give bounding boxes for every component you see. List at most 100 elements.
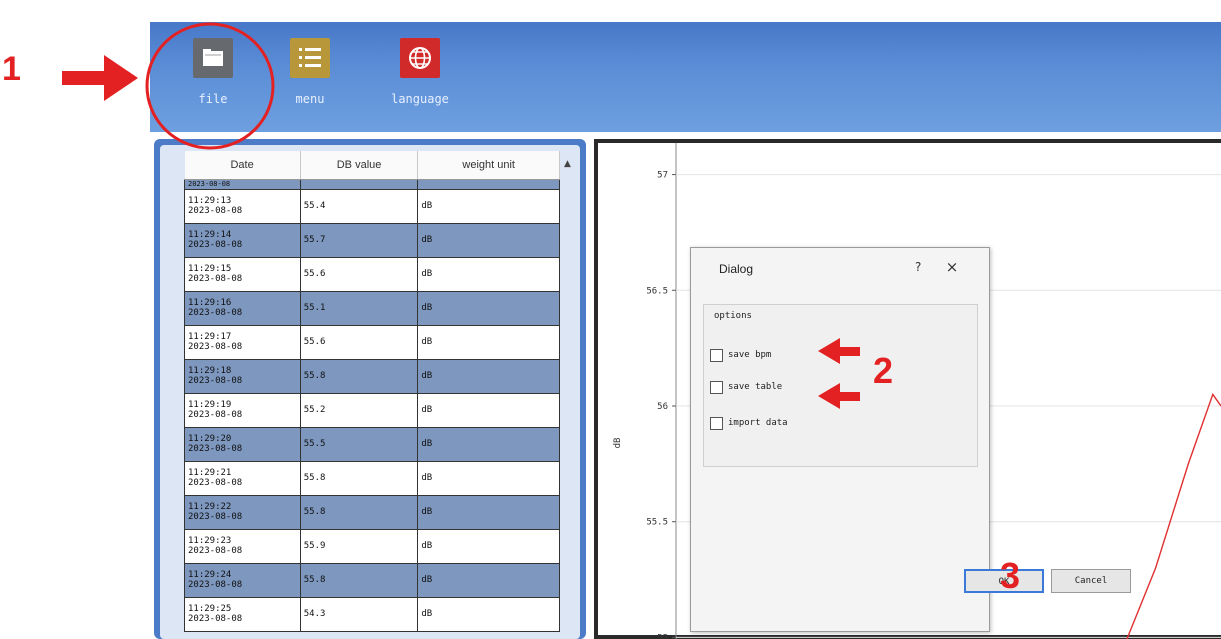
table-cell-day: 2023-08-08 — [188, 478, 243, 488]
list-icon — [290, 38, 330, 78]
table-cell-db-value: 55.5 — [299, 426, 419, 462]
table-cell-time: 11:29:19 — [188, 400, 232, 410]
table-row[interactable]: 11:29:16 2023-08-08 55.1 dB — [184, 290, 560, 326]
table-row[interactable]: 11:29:13 2023-08-08 55.4 dB — [184, 188, 560, 224]
table-row[interactable]: 11:29:21 2023-08-08 55.8 dB — [184, 460, 560, 496]
table-cell-db-value: 55.8 — [299, 494, 419, 530]
table-cell-time: 11:29:15 — [188, 264, 232, 274]
table-cell-unit: dB — [417, 222, 560, 258]
data-table: Date DB value weight unit 2023-08-08 11:… — [184, 151, 560, 632]
table-row[interactable]: 11:29:24 2023-08-08 55.8 dB — [184, 562, 560, 598]
step-number-3: 3 — [1000, 555, 1021, 596]
table-cell-db-value: 55.1 — [299, 290, 419, 326]
table-cell-time: 11:29:20 — [188, 434, 232, 444]
save-bpm-checkbox[interactable] — [710, 348, 723, 362]
table-cell-date: 11:29:21 2023-08-08 — [184, 460, 301, 496]
table-cell-unit: dB — [417, 290, 560, 326]
help-icon[interactable]: ? — [915, 260, 921, 274]
table-cell-date: 11:29:19 2023-08-08 — [184, 392, 301, 428]
table-cell-day: 2023-08-08 — [188, 206, 243, 216]
save-table-option[interactable]: save table — [710, 379, 782, 395]
table-row[interactable]: 11:29:18 2023-08-08 55.8 dB — [184, 358, 560, 394]
table-cell-date: 11:29:15 2023-08-08 — [184, 256, 301, 292]
sort-up-arrow-icon[interactable]: ▲ — [564, 159, 571, 169]
options-group: options save bpm save table import data — [703, 304, 978, 467]
table-cell-db-value: 55.2 — [299, 392, 419, 428]
table-row[interactable]: 11:29:14 2023-08-08 55.7 dB — [184, 222, 560, 258]
table-row[interactable]: 11:29:22 2023-08-08 55.8 dB — [184, 494, 560, 530]
y-tick-label: 56 — [657, 402, 668, 412]
table-cell-date: 11:29:14 2023-08-08 — [184, 222, 301, 258]
import-data-checkbox[interactable] — [710, 416, 723, 430]
table-cell-date: 11:29:25 2023-08-08 — [184, 596, 301, 632]
y-tick-label: 55 — [657, 633, 668, 639]
table-row[interactable]: 11:29:23 2023-08-08 55.9 dB — [184, 528, 560, 564]
table-row[interactable]: 11:29:20 2023-08-08 55.5 dB — [184, 426, 560, 462]
table-cell-db-value: 55.6 — [299, 324, 419, 360]
table-cell-day: 2023-08-08 — [188, 614, 243, 624]
table-cell-unit — [417, 178, 560, 190]
table-body: 2023-08-08 11:29:13 2023-08-08 55.4 dB 11:29… — [184, 178, 560, 632]
table-cell-time: 11:29:22 — [188, 502, 232, 512]
arrow-right-icon — [62, 55, 138, 101]
table-cell-day: 2023-08-08 — [188, 546, 243, 556]
table-cell-unit: dB — [417, 494, 560, 530]
table-cell-day: 2023-08-08 — [188, 410, 243, 420]
table-cell-day: 2023-08-08 — [188, 376, 243, 386]
table-cell-db-value: 55.6 — [299, 256, 419, 292]
table-cell-time: 11:29:16 — [188, 298, 232, 308]
table-row[interactable]: 11:29:15 2023-08-08 55.6 dB — [184, 256, 560, 292]
file-tool-label: file — [198, 92, 228, 106]
y-tick-label: 57 — [657, 171, 668, 181]
table-cell-db-value — [299, 178, 419, 190]
save-bpm-label: save bpm — [728, 350, 772, 360]
table-cell-day: 2023-08-08 — [188, 308, 243, 318]
toolbar: file menu language — [150, 22, 1221, 132]
table-cell-time: 11:29:21 — [188, 468, 232, 478]
column-header-db-value[interactable]: DB value — [300, 151, 419, 180]
close-icon[interactable]: × — [941, 256, 963, 278]
save-table-label: save table — [728, 382, 783, 392]
column-header-weight-unit[interactable]: weight unit — [417, 151, 560, 180]
language-tool-label: language — [391, 92, 449, 106]
save-bpm-option[interactable]: save bpm — [710, 347, 771, 363]
table-cell-db-value: 55.4 — [299, 188, 419, 224]
import-data-option[interactable]: import data — [710, 415, 788, 431]
table-row[interactable]: 11:29:17 2023-08-08 55.6 dB — [184, 324, 560, 360]
table-cell-date: 11:29:18 2023-08-08 — [184, 358, 301, 394]
table-cell-time: 11:29:17 — [188, 332, 232, 342]
data-table-panel: Date DB value weight unit 2023-08-08 11:… — [154, 139, 586, 639]
save-table-checkbox[interactable] — [710, 380, 723, 394]
dialog-title: Dialog — [719, 262, 754, 276]
step-number-1: 1 — [2, 50, 21, 88]
table-row-partial[interactable]: 2023-08-08 — [184, 178, 560, 190]
globe-icon — [400, 38, 440, 78]
table-cell-time: 11:29:24 — [188, 570, 232, 580]
table-cell-db-value: 55.8 — [299, 358, 419, 394]
folder-icon — [193, 38, 233, 78]
language-tool-button[interactable]: language — [385, 38, 455, 106]
series-line — [1126, 392, 1221, 639]
y-axis-label: dB — [613, 438, 623, 449]
table-cell-db-value: 55.8 — [299, 562, 419, 598]
table-cell-db-value: 55.7 — [299, 222, 419, 258]
table-cell-db-value: 55.9 — [299, 528, 419, 564]
menu-tool-button[interactable]: menu — [275, 38, 345, 106]
table-cell-day: 2023-08-08 — [188, 444, 243, 454]
table-header-row: Date DB value weight unit — [184, 151, 560, 180]
column-header-date[interactable]: Date — [184, 151, 301, 180]
table-row[interactable]: 11:29:25 2023-08-08 54.3 dB — [184, 596, 560, 632]
table-cell-day: 2023-08-08 — [188, 512, 243, 522]
table-cell-unit: dB — [417, 256, 560, 292]
table-row[interactable]: 11:29:19 2023-08-08 55.2 dB — [184, 392, 560, 428]
file-tool-button[interactable]: file — [178, 38, 248, 106]
cancel-button[interactable]: Cancel — [1051, 569, 1131, 593]
import-data-label: import data — [728, 418, 788, 428]
table-cell-day: 2023-08-08 — [188, 240, 243, 250]
table-cell-date: 11:29:13 2023-08-08 — [184, 188, 301, 224]
step-number-2: 2 — [873, 350, 894, 391]
y-tick-label: 55.5 — [646, 518, 668, 528]
table-cell-unit: dB — [417, 596, 560, 632]
options-dialog: Dialog ? × options save bpm save table i… — [690, 247, 990, 632]
data-table-container[interactable]: Date DB value weight unit 2023-08-08 11:… — [160, 145, 580, 639]
